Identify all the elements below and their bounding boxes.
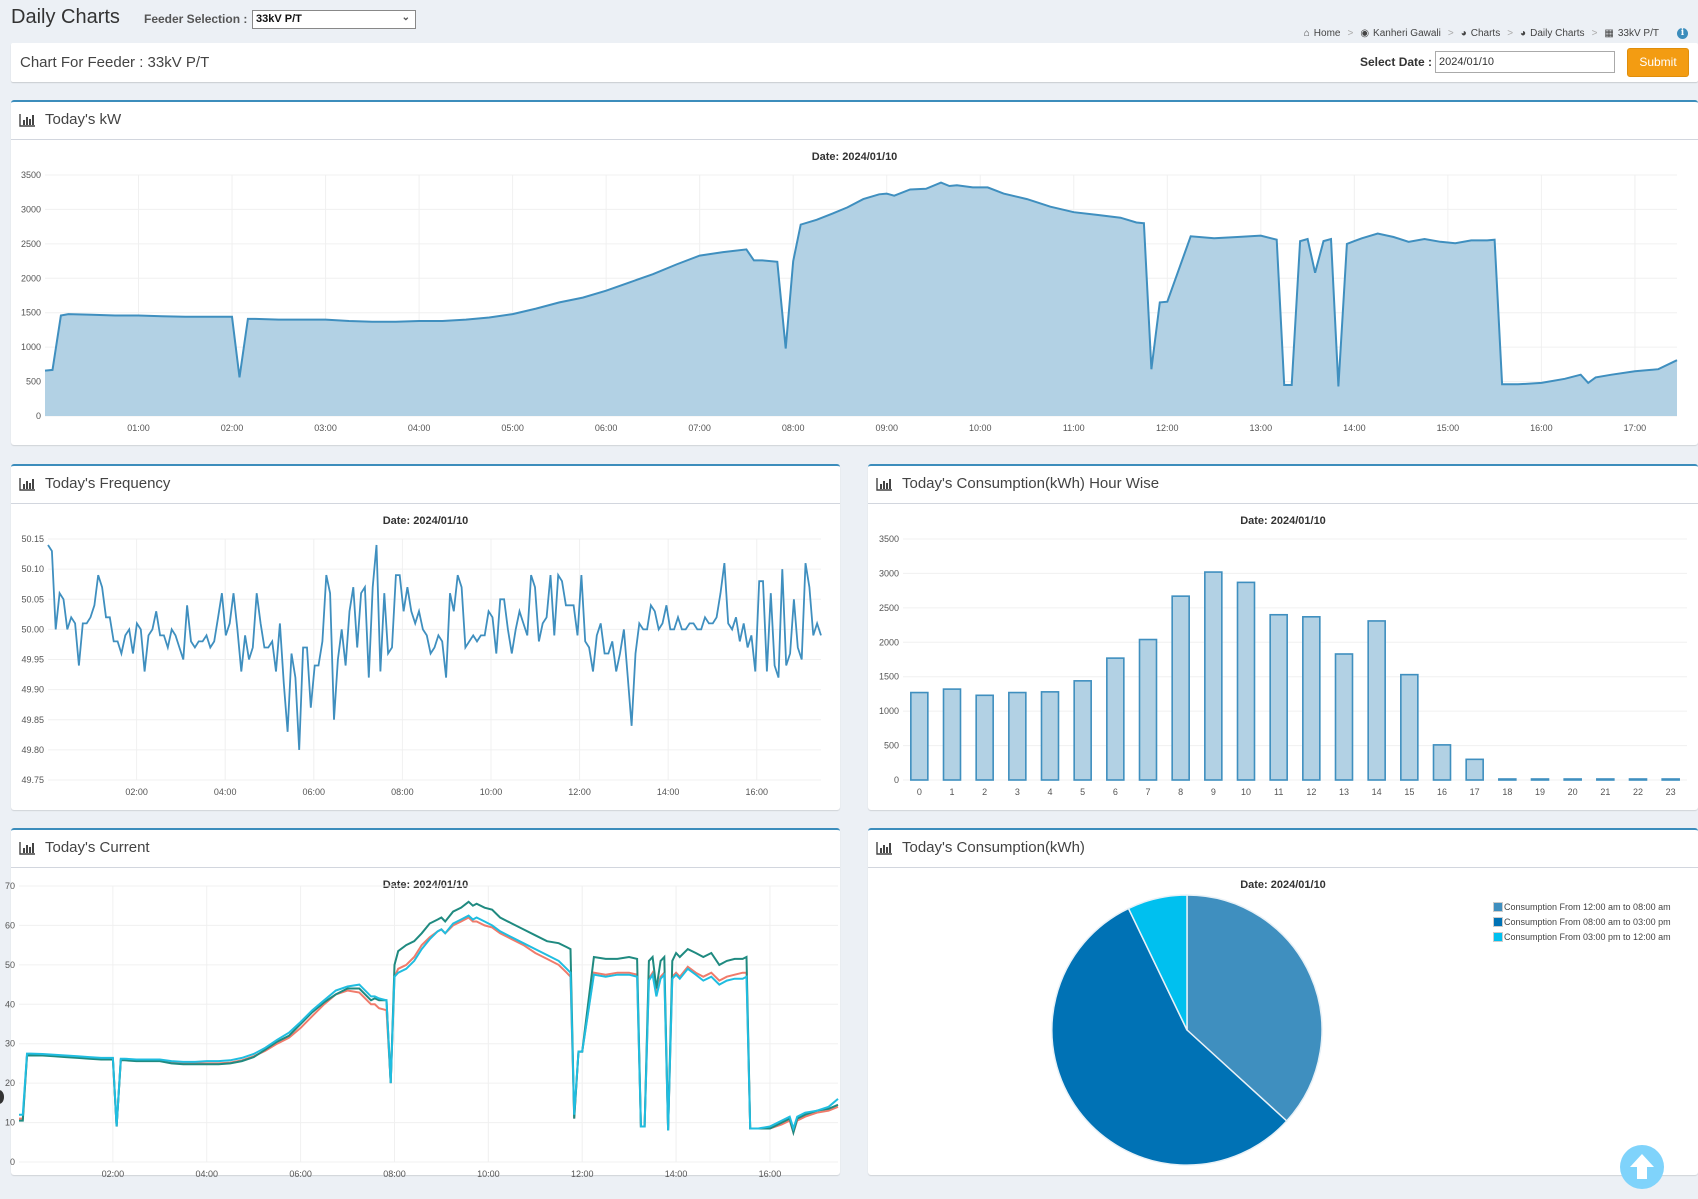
breadcrumb-separator: > — [1447, 28, 1454, 39]
pie-chart-title: Date: 2024/01/10 — [1240, 879, 1326, 891]
info-icon[interactable]: i — [1677, 28, 1688, 39]
frequency-panel-header: Today's Frequency — [11, 466, 840, 504]
bar-chart-icon — [19, 114, 35, 127]
legend-swatch — [1493, 916, 1503, 927]
current-chart-title: Date: 2024/01/10 — [382, 879, 469, 891]
breadcrumb-separator: > — [1347, 28, 1354, 39]
legend-label: Consumption From 08:00 am to 03:00 pm — [1504, 916, 1671, 927]
pie-chart-icon: ◕ — [1460, 28, 1467, 39]
kw-chart-title: Date: 2024/01/10 — [811, 151, 898, 163]
legend-item[interactable]: Consumption From 12:00 am to 08:00 am — [1493, 899, 1671, 914]
hourly-panel-title: Today's Consumption(kWh) Hour Wise — [902, 475, 1160, 492]
home-icon: ⌂ — [1303, 28, 1310, 39]
date-input[interactable] — [1435, 51, 1615, 73]
pie-panel-title: Today's Consumption(kWh) — [902, 839, 1085, 856]
submit-button[interactable]: Submit — [1627, 48, 1689, 77]
bar-chart-icon — [876, 478, 892, 491]
feeder-select[interactable]: 33kV P/T ⌄ — [252, 10, 416, 29]
scroll-handle[interactable] — [0, 1090, 4, 1104]
bar-chart-icon — [19, 842, 35, 855]
select-date-label: Select Date : — [1360, 55, 1433, 69]
feeder-select-value: 33kV P/T — [256, 13, 302, 25]
kw-panel-header: Today's kW — [11, 102, 1698, 140]
bar-chart-icon — [19, 478, 35, 491]
tachometer-icon: ◉ — [1360, 28, 1370, 39]
pie-chart-icon: ◕ — [1520, 28, 1527, 39]
breadcrumb-home[interactable]: Home — [1314, 28, 1341, 39]
breadcrumb-feeder: 33kV P/T — [1617, 28, 1659, 39]
scroll-to-top-button[interactable] — [1620, 1145, 1664, 1189]
current-panel-title: Today's Current — [45, 839, 150, 856]
breadcrumb-substation[interactable]: Kanheri Gawali — [1373, 28, 1441, 39]
breadcrumb-separator: > — [1507, 28, 1514, 39]
hourly-panel-header: Today's Consumption(kWh) Hour Wise — [868, 466, 1698, 504]
frequency-panel-title: Today's Frequency — [45, 475, 171, 492]
legend-item[interactable]: Consumption From 08:00 am to 03:00 pm — [1493, 914, 1671, 929]
current-panel-header: Today's Current — [11, 830, 840, 868]
breadcrumb: ⌂ Home > ◉ Kanheri Gawali > ◕ Charts > ◕… — [1304, 28, 1688, 39]
kw-panel-title: Today's kW — [45, 111, 122, 128]
legend-item[interactable]: Consumption From 03:00 pm to 12:00 am — [1493, 929, 1671, 944]
breadcrumb-charts[interactable]: Charts — [1471, 28, 1500, 39]
legend-label: Consumption From 03:00 pm to 12:00 am — [1504, 931, 1671, 942]
chart-for-feeder-label: Chart For Feeder : 33kV P/T — [20, 54, 210, 71]
feeder-bar: Chart For Feeder : 33kV P/T Select Date … — [11, 43, 1698, 82]
calendar-icon: ▦ — [1604, 28, 1614, 39]
arrow-up-icon — [1630, 1154, 1654, 1179]
legend-label: Consumption From 12:00 am to 08:00 am — [1504, 901, 1671, 912]
bar-chart-icon — [876, 842, 892, 855]
legend-swatch — [1493, 931, 1503, 942]
hourly-chart-title: Date: 2024/01/10 — [1240, 515, 1326, 527]
frequency-chart-title: Date: 2024/01/10 — [382, 515, 469, 527]
chevron-down-icon: ⌄ — [401, 12, 410, 23]
legend-swatch — [1493, 901, 1503, 912]
page-title: Daily Charts — [11, 6, 120, 28]
feeder-selection-label: Feeder Selection : — [144, 12, 248, 26]
breadcrumb-daily-charts[interactable]: Daily Charts — [1530, 28, 1584, 39]
breadcrumb-separator: > — [1591, 28, 1598, 39]
pie-panel-header: Today's Consumption(kWh) — [868, 830, 1698, 868]
pie-legend: Consumption From 12:00 am to 08:00 am Co… — [1493, 899, 1671, 944]
